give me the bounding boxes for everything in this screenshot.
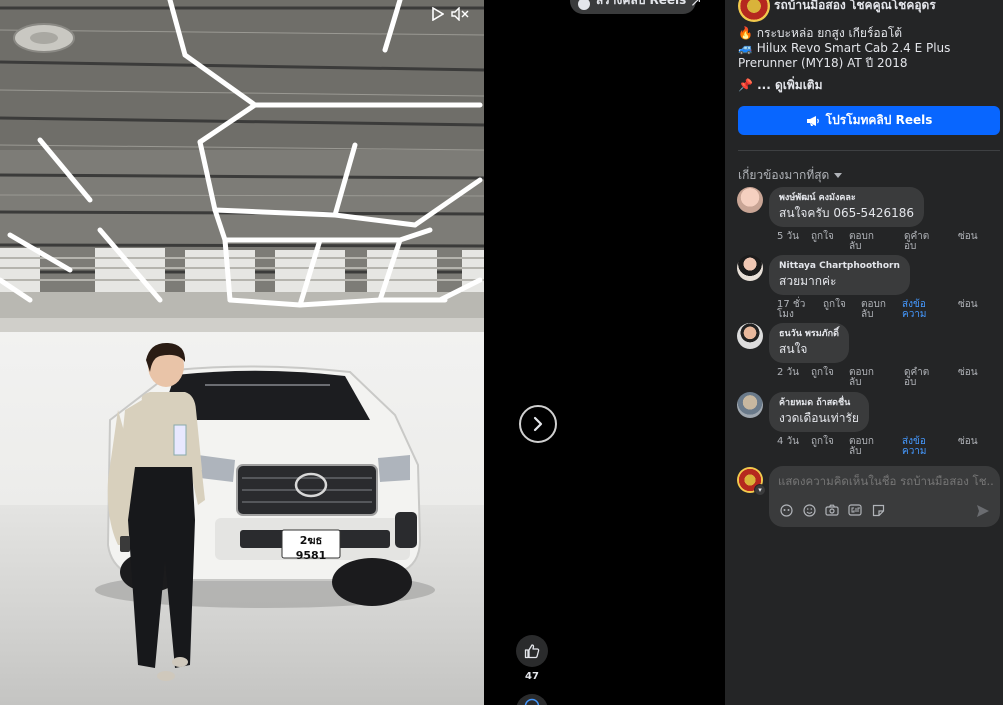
play-icon[interactable]: [428, 4, 448, 24]
comment-sort-dropdown[interactable]: เกี่ยวข้องมากที่สุด: [738, 166, 843, 185]
promote-reel-button[interactable]: โปรโมทคลิป Reels: [738, 106, 1000, 135]
comment-reply-link[interactable]: ตอบกลับ: [849, 437, 879, 457]
comment-hide-link[interactable]: ซ่อน: [958, 232, 988, 242]
video-frame: [0, 0, 484, 681]
chevron-down-icon[interactable]: ▾: [754, 484, 766, 496]
comment-author[interactable]: Nittaya Chartphoothorn: [779, 260, 900, 273]
promote-label: โปรโมทคลิป Reels: [825, 113, 933, 127]
see-more-link[interactable]: 📌 ... ดูเพิ่มเติม: [738, 78, 1000, 93]
sticker-icon[interactable]: [871, 503, 885, 517]
comment-time[interactable]: 4 วัน: [777, 437, 807, 447]
page-avatar[interactable]: [738, 0, 770, 22]
comment-send-message-link[interactable]: ส่งข้อความ: [902, 300, 932, 320]
post-caption: 🔥 กระบะหล่อ ยกสูง เกียร์ออโต้ 🚙 Hilux Re…: [738, 26, 1000, 93]
volume-muted-icon[interactable]: [450, 4, 470, 24]
caption-line-1: 🔥 กระบะหล่อ ยกสูง เกียร์ออโต้: [738, 26, 903, 40]
like-button[interactable]: [516, 635, 548, 667]
reels-icon: [578, 0, 590, 10]
more-options-icon[interactable]: ↗: [690, 0, 702, 10]
comment-text: สวยมากค่ะ: [779, 274, 837, 288]
comment-hide-link[interactable]: ซ่อน: [958, 300, 988, 310]
comment-input[interactable]: [778, 474, 993, 488]
comment-bubble: Nittaya Chartphoothorn สวยมากค่ะ: [769, 255, 910, 295]
page-name[interactable]: รถบ้านมือสอง โชคคูณโชคอุดร: [774, 0, 936, 15]
gif-icon[interactable]: [848, 503, 862, 517]
comment-text: สนใจครับ 065-5426186: [779, 206, 914, 220]
comment-time[interactable]: 5 วัน: [777, 232, 807, 242]
license-plate-text: 2ฆธ 9581: [295, 534, 327, 562]
commenter-avatar[interactable]: [737, 187, 763, 213]
comment-hide-link[interactable]: ซ่อน: [958, 437, 988, 447]
divider: [738, 150, 1000, 151]
comment-reply-link[interactable]: ตอบกลับ: [861, 300, 891, 320]
video-side-strip: [484, 0, 725, 705]
create-reels-button[interactable]: สร้างคลิป Reels: [570, 0, 697, 14]
sort-label: เกี่ยวข้องมากที่สุด: [738, 168, 830, 182]
comment-time[interactable]: 17 ชั่วโมง: [777, 300, 807, 320]
comment-icon: [524, 698, 540, 705]
comment-see-replies-link[interactable]: ดูคำตอบ: [904, 368, 934, 388]
comment-like-link[interactable]: ถูกใจ: [811, 437, 841, 447]
comment-bubble: พงษ์พัฒน์ คงมังคละ สนใจครับ 065-5426186: [769, 187, 924, 227]
comment-see-replies-link[interactable]: ดูคำตอบ: [904, 232, 934, 252]
next-reel-button[interactable]: [519, 405, 557, 443]
comment-author[interactable]: ค้ายหมด ถ้าสดชื่น: [779, 397, 859, 410]
create-reels-label: สร้างคลิป Reels: [596, 0, 687, 7]
commenter-avatar[interactable]: [737, 255, 763, 281]
reel-video[interactable]: 2ฆธ 9581: [0, 0, 484, 705]
comment-author[interactable]: พงษ์พัฒน์ คงมังคละ: [779, 192, 914, 205]
comment-author[interactable]: ธนวัน พรมภักดิ์: [779, 328, 839, 341]
emoji-icon[interactable]: [802, 503, 816, 517]
comment-reply-link[interactable]: ตอบกลับ: [849, 368, 879, 388]
comment-bubble: ธนวัน พรมภักดิ์ สนใจ: [769, 323, 849, 363]
composer-tools: [779, 503, 885, 517]
comment-send-message-link[interactable]: ส่งข้อความ: [902, 437, 932, 457]
send-icon[interactable]: [976, 503, 990, 517]
comment-bubble: ค้ายหมด ถ้าสดชื่น งวดเดือนเท่ารัย: [769, 392, 869, 432]
caption-line-2: 🚙 Hilux Revo Smart Cab 2.4 E Plus Prerun…: [738, 41, 951, 70]
caret-down-icon: [834, 173, 843, 178]
megaphone-icon: [806, 115, 819, 126]
camera-icon[interactable]: [825, 503, 839, 517]
composer-avatar[interactable]: ▾: [737, 467, 766, 496]
chevron-right-icon: [533, 416, 543, 432]
thumbs-up-icon: [524, 644, 540, 659]
avatar-sticker-icon[interactable]: [779, 503, 793, 517]
comment-text: งวดเดือนเท่ารัย: [779, 411, 859, 425]
comment-hide-link[interactable]: ซ่อน: [958, 368, 988, 378]
comment-reply-link[interactable]: ตอบกลับ: [849, 232, 879, 252]
comment-text: สนใจ: [779, 342, 808, 356]
comment-like-link[interactable]: ถูกใจ: [811, 232, 841, 242]
like-count: 47: [525, 671, 539, 682]
comment-time[interactable]: 2 วัน: [777, 368, 807, 378]
comment-like-link[interactable]: ถูกใจ: [823, 300, 853, 310]
commenter-avatar[interactable]: [737, 323, 763, 349]
commenter-avatar[interactable]: [737, 392, 763, 418]
comment-like-link[interactable]: ถูกใจ: [811, 368, 841, 378]
comment-composer: [769, 466, 1000, 527]
reel-details-panel: รถบ้านมือสอง โชคคูณโชคอุดร 🔥 กระบะหล่อ ย…: [725, 0, 1003, 705]
